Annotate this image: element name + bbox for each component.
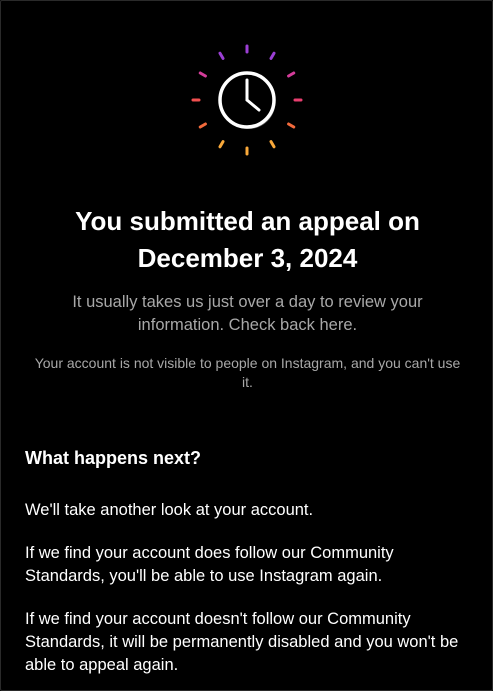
appeal-status-panel: You submitted an appeal on December 3, 2… <box>0 0 493 691</box>
next-steps-heading: What happens next? <box>25 448 202 468</box>
page-title: You submitted an appeal on December 3, 2… <box>75 206 420 273</box>
clock-ray <box>269 51 276 60</box>
next-steps-paragraph: If we find your account does follow our … <box>25 544 394 585</box>
clock-ray <box>287 122 296 129</box>
clock-ray <box>198 71 207 78</box>
account-visibility-notice: Your account is not visible to people on… <box>34 355 461 390</box>
clock-ray <box>269 140 276 149</box>
clock-ray <box>218 51 225 60</box>
clock-ray <box>287 71 296 78</box>
next-steps-paragraph: If we find your account doesn't follow o… <box>25 610 459 674</box>
clock-ray <box>198 122 207 129</box>
next-steps-paragraph: We'll take another look at your account. <box>25 501 314 519</box>
clock-ray <box>218 140 225 149</box>
review-time-text: It usually takes us just over a day to r… <box>72 293 423 334</box>
clock-icon <box>191 44 303 156</box>
